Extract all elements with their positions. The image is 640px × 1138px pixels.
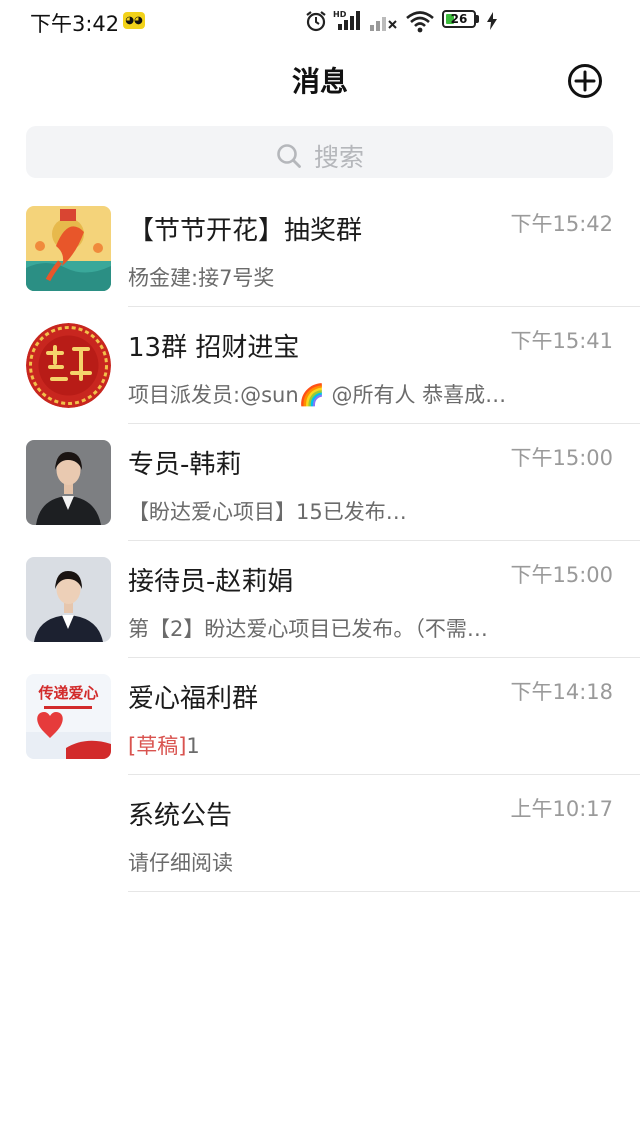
conversation-time: 上午10:17 [510, 797, 613, 821]
avatar [26, 206, 111, 291]
battery-icon: 26 [442, 10, 476, 28]
avatar: 传递爱心 [26, 674, 111, 759]
conversation-time: 下午15:00 [510, 446, 613, 470]
conversation-preview: 第【2】盼达爱心项目已发布。（不需… [128, 617, 488, 641]
alarm-icon [306, 11, 326, 32]
fortune-seal-avatar-image [26, 323, 111, 408]
conversation-time: 下午14:18 [510, 680, 613, 704]
avatar [26, 557, 111, 642]
conversation-preview: 请仔细阅读 [128, 851, 233, 875]
koi-lantern-avatar-image [26, 206, 111, 291]
conversation-item[interactable]: 接待员-赵莉娟 下午15:00 第【2】盼达爱心项目已发布。（不需… [0, 541, 640, 658]
avatar-banner-text: 传递爱心 [37, 684, 98, 702]
conversation-name: 专员-韩莉 [128, 450, 242, 480]
draft-text: 1 [186, 734, 200, 758]
signal-no-service-icon [370, 17, 397, 31]
conversation-name: 爱心福利群 [128, 684, 259, 714]
conversation-name: 接待员-赵莉娟 [128, 567, 294, 597]
conversation-preview: 杨金建:接7号奖 [128, 266, 275, 290]
wifi-icon [406, 11, 434, 33]
search-icon [277, 144, 301, 168]
divider [128, 891, 640, 892]
hd-signal-icon: HD [333, 10, 360, 30]
conversation-name: 【节节开花】抽奖群 [128, 216, 363, 246]
conversation-preview: 【盼达爱心项目】15已发布… [128, 500, 407, 524]
conversation-name: 13群 招财进宝 [128, 333, 300, 363]
battery-nub [476, 15, 479, 23]
conversation-item[interactable]: 系统公告 上午10:17 请仔细阅读 [0, 775, 640, 892]
avatar [26, 323, 111, 408]
conversation-item[interactable]: 传递爱心 爱心福利群 下午14:18 [草稿]1 [0, 658, 640, 775]
conversation-time: 下午15:41 [510, 329, 613, 353]
notification-app-icon: ◕◕ [123, 12, 145, 29]
draft-tag: [草稿] [128, 734, 187, 758]
conversation-item[interactable]: 专员-韩莉 下午15:00 【盼达爱心项目】15已发布… [0, 424, 640, 541]
conversation-list: 【节节开花】抽奖群 下午15:42 杨金建:接7号奖 13群 招财进宝 下午15… [0, 190, 640, 892]
conversation-name: 系统公告 [128, 801, 233, 831]
battery-percent: 26 [450, 12, 468, 26]
person-photo-avatar-image [26, 557, 111, 642]
svg-text:HD: HD [333, 10, 347, 19]
add-chat-button[interactable] [566, 62, 604, 100]
conversation-preview: 项目派发员:@sun🌈 @所有人 恭喜成… [128, 383, 507, 407]
page-title: 消息 [291, 65, 348, 98]
status-bar: 下午3:42 ◕◕ HD 26 [0, 0, 640, 44]
search-inner: 搜索 [26, 126, 613, 178]
status-time: 下午3:42 [30, 12, 120, 36]
conversation-item[interactable]: 【节节开花】抽奖群 下午15:42 杨金建:接7号奖 [0, 190, 640, 307]
search-input[interactable]: 搜索 [26, 126, 613, 178]
search-placeholder: 搜索 [314, 143, 365, 172]
conversation-item[interactable]: 13群 招财进宝 下午15:41 项目派发员:@sun🌈 @所有人 恭喜成… [0, 307, 640, 424]
charity-heart-avatar-image: 传递爱心 [26, 674, 111, 759]
conversation-preview: [草稿]1 [128, 730, 200, 760]
person-photo-avatar-image [26, 440, 111, 525]
conversation-time: 下午15:00 [510, 563, 613, 587]
charging-icon [487, 12, 497, 30]
avatar [26, 440, 111, 525]
conversation-time: 下午15:42 [510, 212, 613, 236]
